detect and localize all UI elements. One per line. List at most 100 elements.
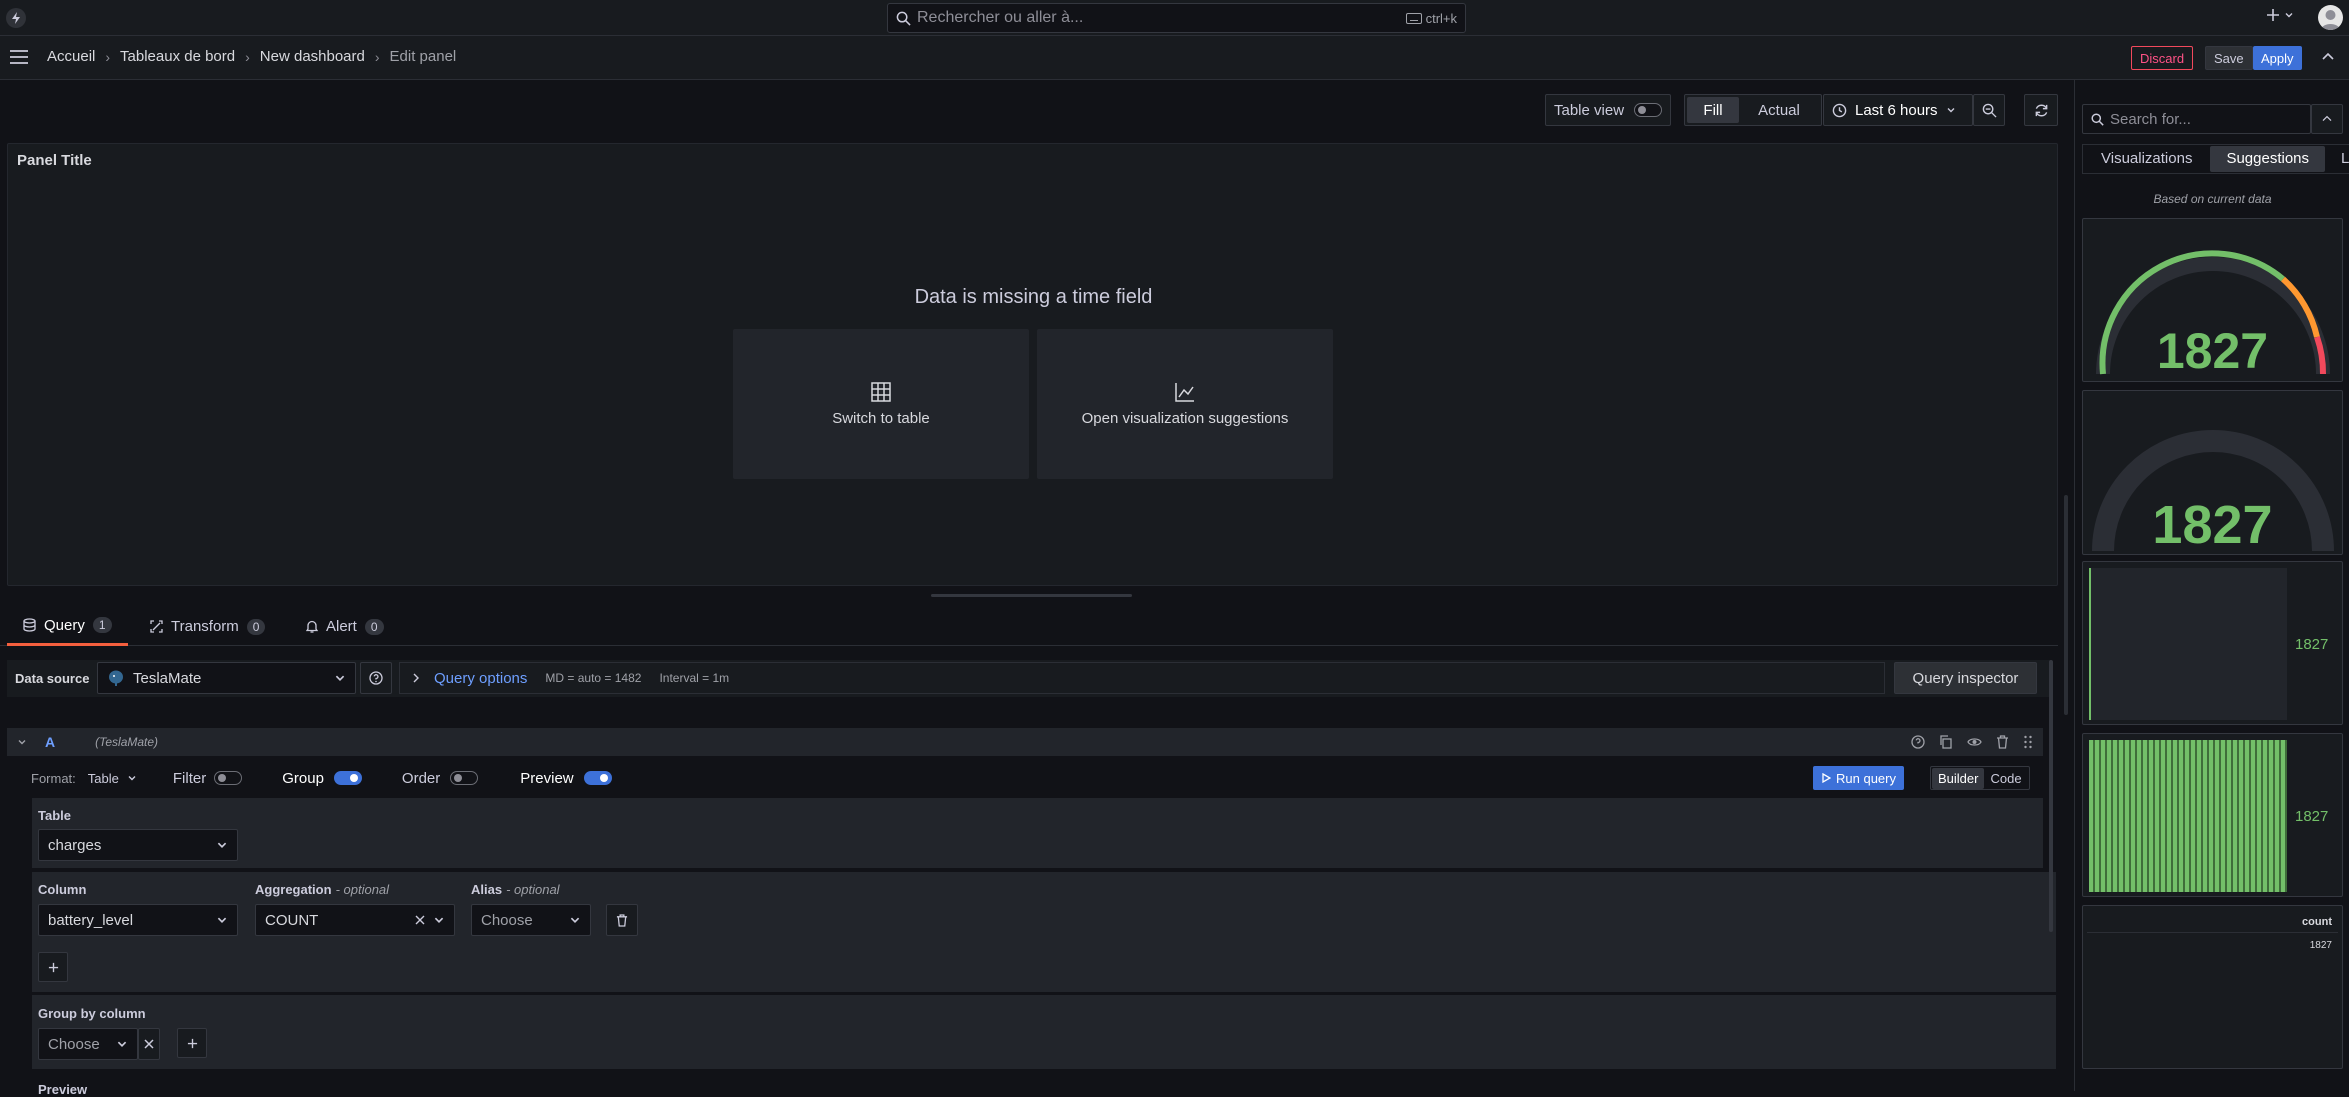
group-toggle[interactable] — [333, 771, 362, 785]
breadcrumb-home[interactable]: Accueil — [47, 48, 95, 65]
grafana-logo-icon[interactable] — [6, 8, 26, 28]
main-scrollbar[interactable] — [2064, 495, 2068, 715]
clear-icon[interactable] — [415, 915, 425, 925]
transform-icon — [150, 620, 163, 633]
suggestion-lcd-gauge[interactable]: 1827 — [2082, 733, 2343, 897]
close-icon — [144, 1039, 154, 1049]
lcd-value: 1827 — [2295, 808, 2329, 825]
aggregation-select[interactable]: COUNT — [255, 904, 455, 936]
chevron-down-icon — [217, 917, 227, 923]
chevron-down-icon — [570, 917, 580, 923]
preview-toggle[interactable] — [583, 771, 612, 785]
remove-group-by-button[interactable] — [138, 1028, 160, 1060]
chevron-down-icon — [1947, 108, 1955, 113]
new-menu-button[interactable] — [2266, 8, 2294, 22]
format-select[interactable]: Table — [88, 771, 137, 786]
breadcrumb-current: Edit panel — [389, 48, 457, 65]
datasource-help-button[interactable] — [360, 662, 392, 694]
user-avatar[interactable] — [2318, 5, 2343, 30]
fill-button[interactable]: Fill — [1687, 97, 1739, 123]
switch-to-table-label: Switch to table — [832, 409, 930, 427]
refresh-button[interactable] — [2024, 94, 2058, 126]
suggestion-bar-gauge[interactable]: 1827 — [2082, 561, 2343, 725]
search-icon — [2091, 112, 2104, 126]
query-options-toggle[interactable]: Query options MD = auto = 1482 Interval … — [399, 662, 1885, 694]
add-column-button[interactable] — [38, 952, 68, 982]
plus-icon — [187, 1038, 197, 1048]
table-select[interactable]: charges — [38, 829, 238, 861]
open-suggestions-button[interactable]: Open visualization suggestions — [1037, 329, 1333, 479]
zoom-out-button[interactable] — [1973, 94, 2005, 126]
tab-transform-label: Transform — [171, 618, 239, 635]
group-by-select[interactable]: Choose — [38, 1028, 138, 1060]
format-label: Format: — [31, 770, 76, 786]
tab-visualizations[interactable]: Visualizations — [2083, 145, 2210, 173]
breadcrumb-dashboard[interactable]: New dashboard — [260, 48, 365, 65]
order-label: Order — [401, 769, 441, 787]
aggregation-optional: - optional — [335, 882, 390, 897]
format-value: Table — [87, 770, 119, 786]
tab-library-panels[interactable]: L — [2325, 145, 2349, 173]
query-inspector-button[interactable]: Query inspector — [1894, 662, 2037, 694]
tab-alert-count: 0 — [364, 618, 384, 635]
datasource-row: Data source TeslaMate Query options MD =… — [7, 660, 2051, 697]
tab-transform[interactable]: Transform 0 — [150, 608, 266, 646]
query-row-header[interactable]: A (TeslaMate) — [7, 728, 2043, 756]
resize-handle[interactable] — [931, 594, 1132, 597]
eye-icon[interactable] — [1967, 736, 1982, 748]
visualization-tabs: Visualizations Suggestions L — [2082, 144, 2349, 174]
order-toggle[interactable] — [450, 771, 479, 785]
query-scrollbar[interactable] — [2049, 660, 2053, 932]
datasource-picker[interactable]: TeslaMate — [97, 662, 356, 694]
tab-alert[interactable]: Alert 0 — [306, 608, 384, 646]
global-search-input[interactable]: Rechercher ou aller à... ctrl+k — [887, 3, 1466, 33]
alias-select[interactable]: Choose — [471, 904, 591, 936]
help-icon[interactable] — [1911, 735, 1925, 749]
code-mode-button[interactable]: Code — [1984, 768, 2027, 789]
add-group-by-button[interactable] — [177, 1028, 207, 1058]
visualization-search-input[interactable]: Search for... — [2082, 104, 2311, 134]
breadcrumb: Accueil › Tableaux de bord › New dashboa… — [47, 48, 457, 65]
tab-query[interactable]: Query 1 — [7, 608, 128, 646]
chevron-down-icon — [335, 675, 345, 681]
chevron-down-icon — [434, 917, 444, 923]
menu-icon[interactable] — [10, 50, 28, 64]
column-select[interactable]: battery_level — [38, 904, 238, 936]
time-range-picker[interactable]: Last 6 hours — [1823, 94, 1973, 126]
suggestion-table[interactable]: count 1827 — [2082, 905, 2343, 1069]
delete-column-button[interactable] — [606, 904, 638, 936]
chevron-up-icon[interactable] — [2322, 52, 2334, 62]
filter-toggle[interactable] — [214, 771, 243, 785]
query-ref-id[interactable]: A — [45, 734, 55, 750]
copy-icon[interactable] — [1939, 735, 1953, 749]
column-section: Column battery_level Aggregation - optio… — [32, 872, 2056, 992]
graph-icon — [1175, 382, 1194, 402]
refresh-icon — [2035, 104, 2047, 116]
shortcut-text: ctrl+k — [1425, 10, 1457, 26]
table-icon — [871, 381, 891, 402]
table-view-switch[interactable] — [1634, 103, 1662, 117]
switch-to-table-button[interactable]: Switch to table — [733, 329, 1029, 479]
plus-icon — [2267, 9, 2279, 21]
table-view-toggle[interactable]: Table view — [1545, 94, 1671, 126]
actual-button[interactable]: Actual — [1739, 97, 1819, 123]
chevron-down-icon[interactable] — [17, 737, 27, 747]
suggestion-gauge-simple[interactable]: 1827 — [2082, 390, 2343, 555]
zoom-out-icon — [1982, 103, 1997, 118]
builder-mode-button[interactable]: Builder — [1932, 767, 1985, 789]
discard-button[interactable]: Discard — [2131, 46, 2194, 70]
save-button[interactable]: Save — [2205, 46, 2253, 70]
trash-icon[interactable] — [1996, 735, 2009, 749]
search-icon — [896, 11, 911, 26]
breadcrumb-dashboards[interactable]: Tableaux de bord — [120, 48, 235, 65]
keyboard-icon — [1405, 12, 1422, 24]
apply-button[interactable]: Apply — [2253, 46, 2302, 70]
run-query-button[interactable]: Run query — [1813, 766, 1904, 790]
chevron-up-icon — [2322, 115, 2332, 122]
tab-suggestions[interactable]: Suggestions — [2210, 146, 2326, 172]
tab-transform-count: 0 — [246, 618, 266, 635]
drag-handle-icon[interactable] — [2023, 735, 2033, 749]
collapse-options-button[interactable] — [2311, 104, 2343, 134]
chevron-down-icon — [217, 842, 227, 848]
suggestion-gauge[interactable]: 1827 — [2082, 218, 2343, 382]
